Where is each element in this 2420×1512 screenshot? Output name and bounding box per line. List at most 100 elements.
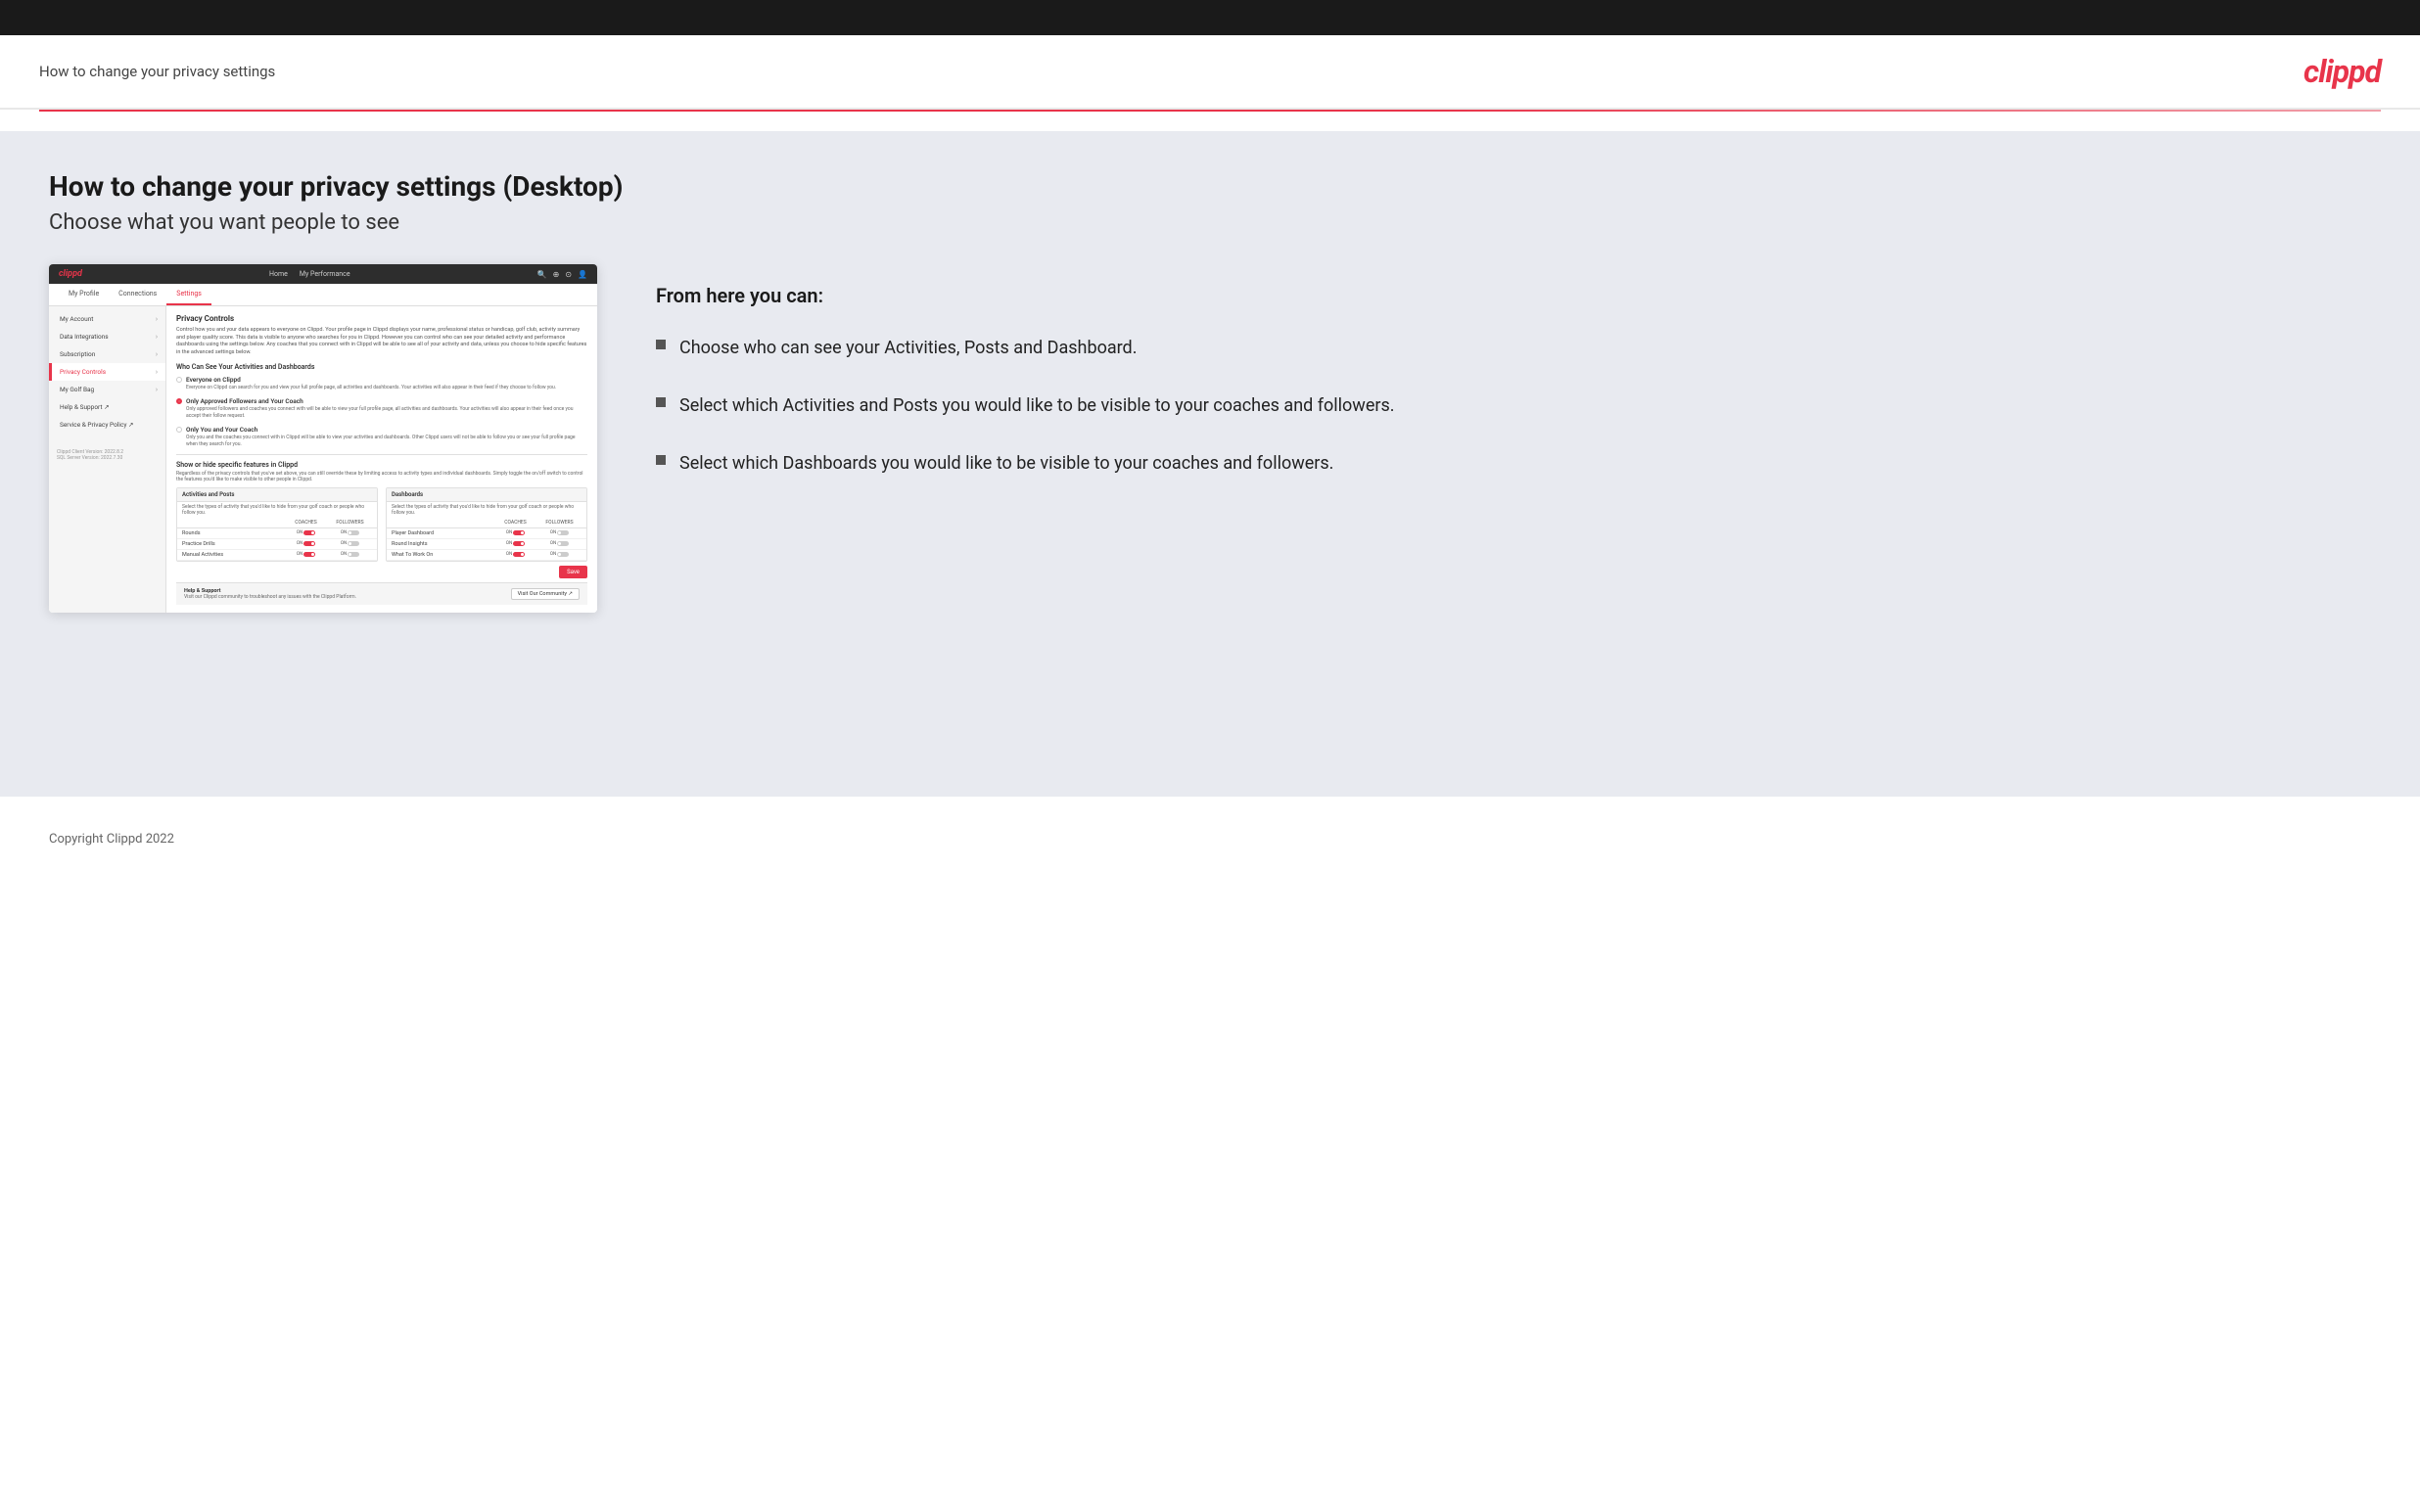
tables-row: Activities and Posts Select the types of…: [176, 487, 587, 562]
privacy-controls-desc: Control how you and your data appears to…: [176, 327, 587, 357]
dashboards-table-subheader: COACHES FOLLOWERS: [387, 518, 586, 528]
tab-connections[interactable]: Connections: [109, 284, 166, 305]
sidebar-item-service-privacy[interactable]: Service & Privacy Policy ↗: [49, 416, 165, 434]
header-title: How to change your privacy settings: [39, 63, 275, 80]
player-coaches-toggle[interactable]: ON: [493, 530, 537, 535]
chevron-icon: ›: [156, 333, 158, 341]
app-body: My Account › Data Integrations › Subscri…: [49, 306, 597, 613]
show-hide-title: Show or hide specific features in Clippd: [176, 461, 587, 469]
sidebar-item-subscription[interactable]: Subscription ›: [49, 345, 165, 363]
app-nav: clippd Home My Performance 🔍 ⊕ ⊙ 👤: [49, 264, 597, 284]
bullets-section: From here you can: Choose who can see yo…: [656, 264, 2371, 477]
app-sidebar: My Account › Data Integrations › Subscri…: [49, 306, 166, 613]
bullet-square-icon: [656, 455, 666, 465]
app-screenshot: clippd Home My Performance 🔍 ⊕ ⊙ 👤 My Pr…: [49, 264, 597, 613]
bullet-list: Choose who can see your Activities, Post…: [656, 335, 2371, 477]
radio-circle-followers-coach: [176, 398, 182, 404]
sidebar-item-my-golf-bag[interactable]: My Golf Bag ›: [49, 381, 165, 398]
chevron-icon: ›: [156, 386, 158, 393]
top-bar: [0, 0, 2420, 35]
header: How to change your privacy settings clip…: [0, 35, 2420, 110]
save-button[interactable]: Save: [559, 566, 587, 578]
rounds-coaches-toggle[interactable]: ON: [284, 530, 328, 535]
privacy-controls-title: Privacy Controls: [176, 314, 587, 323]
radio-everyone[interactable]: Everyone on Clippd Everyone on Clippd ca…: [176, 376, 587, 391]
bullet-item-2: Select which Activities and Posts you wo…: [656, 392, 2371, 419]
who-can-see-heading: Who Can See Your Activities and Dashboar…: [176, 363, 587, 371]
activities-table-header: Activities and Posts: [177, 488, 377, 502]
manual-followers-toggle[interactable]: ON: [328, 552, 372, 557]
header-divider: [39, 110, 2381, 112]
show-hide-section: Show or hide specific features in Clippd…: [176, 461, 587, 582]
sidebar-item-privacy-controls[interactable]: Privacy Controls ›: [49, 363, 165, 381]
bullet-text-2: Select which Activities and Posts you wo…: [679, 392, 1395, 419]
bullet-text-3: Select which Dashboards you would like t…: [679, 450, 1333, 477]
content-layout: clippd Home My Performance 🔍 ⊕ ⊙ 👤 My Pr…: [49, 264, 2371, 613]
radio-followers-coach[interactable]: Only Approved Followers and Your Coach O…: [176, 397, 587, 420]
app-logo: clippd: [59, 269, 82, 279]
sidebar-item-my-account[interactable]: My Account ›: [49, 310, 165, 328]
rounds-followers-toggle[interactable]: ON: [328, 530, 372, 535]
add-icon[interactable]: ⊕: [553, 270, 560, 279]
sidebar-item-data-integrations[interactable]: Data Integrations ›: [49, 328, 165, 345]
version-info: Clippd Client Version: 2022.8.2SQL Serve…: [49, 441, 165, 469]
app-nav-links: Home My Performance: [269, 270, 350, 278]
radio-circle-only-you: [176, 427, 182, 433]
visit-community-button[interactable]: Visit Our Community ↗: [511, 588, 580, 600]
bullet-item-1: Choose who can see your Activities, Post…: [656, 335, 2371, 361]
app-tabs: My Profile Connections Settings: [49, 284, 597, 306]
radio-only-you-coach[interactable]: Only You and Your Coach Only you and the…: [176, 426, 587, 448]
bullet-square-icon: [656, 340, 666, 349]
bullet-item-3: Select which Dashboards you would like t…: [656, 450, 2371, 477]
activities-table-desc: Select the types of activity that you'd …: [177, 502, 377, 518]
copyright-text: Copyright Clippd 2022: [49, 832, 174, 847]
chevron-icon: ›: [156, 368, 158, 376]
page-title: How to change your privacy settings (Des…: [49, 170, 2371, 203]
help-section: Help & Support Visit our Clippd communit…: [176, 582, 587, 605]
divider: [176, 454, 587, 455]
activities-table: Activities and Posts Select the types of…: [176, 487, 378, 562]
dashboards-table-header: Dashboards: [387, 488, 586, 502]
sidebar-item-help-support[interactable]: Help & Support ↗: [49, 398, 165, 416]
from-here-heading: From here you can:: [656, 284, 2371, 307]
clippd-logo: clippd: [2304, 53, 2381, 90]
activity-row-practice-drills: Practice Drills ON ON: [177, 539, 377, 550]
app-nav-icons: 🔍 ⊕ ⊙ 👤: [537, 270, 587, 279]
activity-row-manual: Manual Activities ON ON: [177, 550, 377, 561]
main-content: How to change your privacy settings (Des…: [0, 131, 2420, 797]
app-main-panel: Privacy Controls Control how you and you…: [166, 306, 597, 613]
dashboards-table-desc: Select the types of activity that you'd …: [387, 502, 586, 518]
footer: Copyright Clippd 2022: [0, 816, 2420, 862]
nav-my-performance[interactable]: My Performance: [300, 270, 350, 278]
page-subtitle: Choose what you want people to see: [49, 210, 2371, 235]
wtwo-coaches-toggle[interactable]: ON: [493, 552, 537, 557]
dashboard-row-round-insights: Round Insights ON ON: [387, 539, 586, 550]
bullet-text-1: Choose who can see your Activities, Post…: [679, 335, 1137, 361]
insights-coaches-toggle[interactable]: ON: [493, 541, 537, 546]
help-desc: Visit our Clippd community to troublesho…: [184, 594, 356, 600]
dashboards-table: Dashboards Select the types of activity …: [386, 487, 587, 562]
user-avatar[interactable]: 👤: [578, 270, 587, 279]
chevron-icon: ›: [156, 350, 158, 358]
save-bar: Save: [176, 562, 587, 582]
manual-coaches-toggle[interactable]: ON: [284, 552, 328, 557]
wtwo-followers-toggle[interactable]: ON: [537, 552, 582, 557]
tab-settings[interactable]: Settings: [166, 284, 211, 305]
tab-my-profile[interactable]: My Profile: [59, 284, 109, 305]
search-icon[interactable]: 🔍: [537, 270, 547, 279]
player-followers-toggle[interactable]: ON: [537, 530, 582, 535]
insights-followers-toggle[interactable]: ON: [537, 541, 582, 546]
dashboard-row-player: Player Dashboard ON ON: [387, 528, 586, 539]
dashboard-row-what-to-work-on: What To Work On ON ON: [387, 550, 586, 561]
activity-row-rounds: Rounds ON ON: [177, 528, 377, 539]
settings-icon[interactable]: ⊙: [565, 270, 572, 279]
show-hide-desc: Regardless of the privacy controls that …: [176, 471, 587, 482]
drills-coaches-toggle[interactable]: ON: [284, 541, 328, 546]
drills-followers-toggle[interactable]: ON: [328, 541, 372, 546]
radio-circle-everyone: [176, 377, 182, 383]
app-mockup-inner: clippd Home My Performance 🔍 ⊕ ⊙ 👤 My Pr…: [49, 264, 597, 613]
nav-home[interactable]: Home: [269, 270, 288, 278]
bullet-square-icon: [656, 397, 666, 407]
activities-table-subheader: COACHES FOLLOWERS: [177, 518, 377, 528]
chevron-icon: ›: [156, 315, 158, 323]
